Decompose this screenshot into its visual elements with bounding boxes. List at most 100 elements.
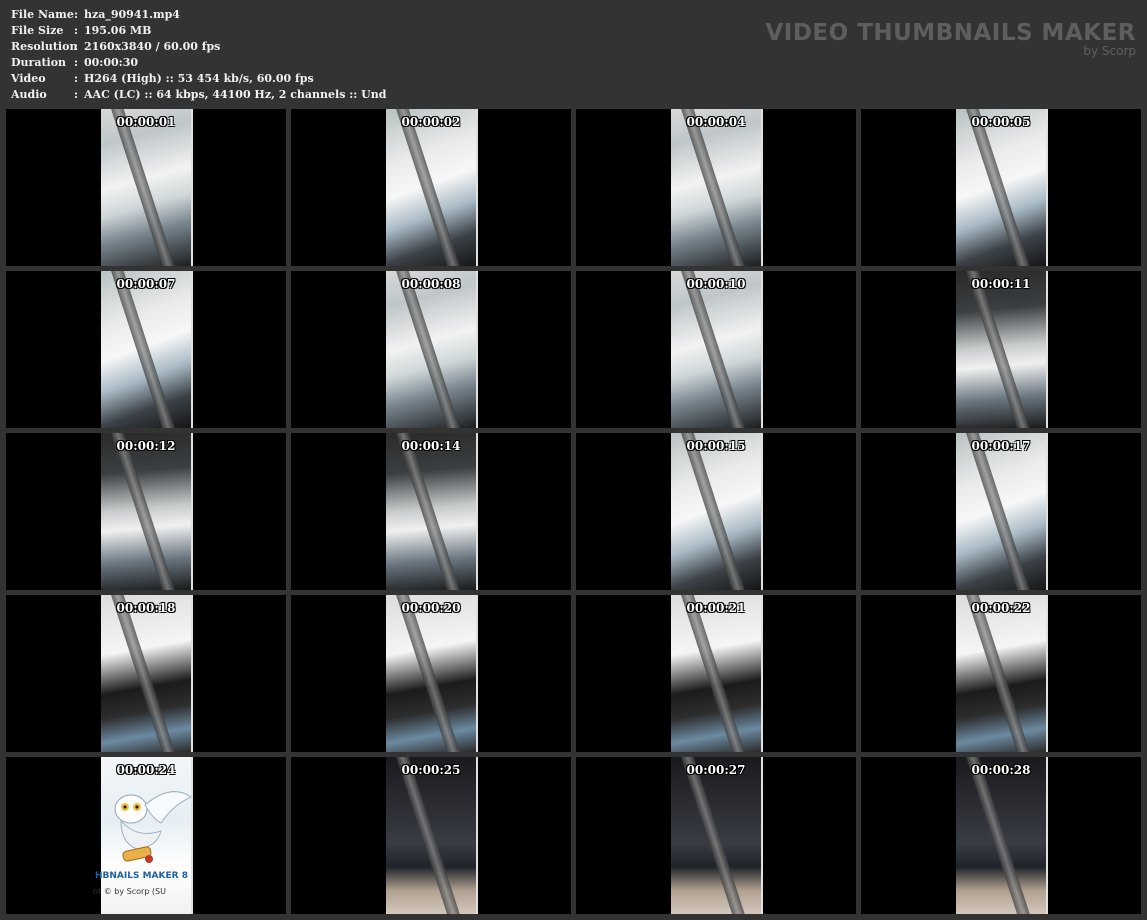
brand-title: VIDEO THUMBNAILS MAKER xyxy=(765,20,1136,46)
info-row-file-name: File Name : hza_90941.mp4 xyxy=(11,7,386,23)
frame-detail xyxy=(679,109,751,266)
timestamp-label: 00:00:22 xyxy=(971,601,1031,615)
video-frame-image: 00:00:07 xyxy=(101,271,193,428)
timestamp-label: 00:00:17 xyxy=(971,439,1031,453)
timestamp-label: 00:00:04 xyxy=(686,115,746,129)
info-label: Resolution xyxy=(11,40,78,53)
info-value: 195.06 MB xyxy=(84,24,152,37)
video-frame-image: 00:00:05 xyxy=(956,109,1048,266)
timestamp-label: 00:00:15 xyxy=(686,439,746,453)
info-value: hza_90941.mp4 xyxy=(84,8,180,21)
thumbnail-cell: 00:00:18 xyxy=(6,595,286,752)
info-separator: : xyxy=(74,56,79,69)
info-label: Audio xyxy=(11,88,47,101)
frame-detail xyxy=(109,271,181,428)
info-value: 00:00:30 xyxy=(84,56,139,69)
thumbnail-cell: 00:00:12 xyxy=(6,433,286,590)
timestamp-label: 00:00:25 xyxy=(401,763,461,777)
thumbnail-cell: 00:00:04 xyxy=(576,109,856,266)
brand-watermark: VIDEO THUMBNAILS MAKER by Scorp xyxy=(765,20,1136,57)
timestamp-label: 00:00:21 xyxy=(686,601,746,615)
thumbnail-cell: 00:00:25 xyxy=(291,757,571,914)
logo-text: HBNAILS MAKER 8 xyxy=(95,871,188,881)
info-label: Video xyxy=(11,72,46,85)
info-label: Duration xyxy=(11,56,67,69)
frame-detail xyxy=(964,595,1036,752)
frame-detail xyxy=(679,433,751,590)
frame-detail xyxy=(109,595,181,752)
frame-detail xyxy=(109,109,181,266)
info-separator: : xyxy=(74,24,79,37)
timestamp-label: 00:00:05 xyxy=(971,115,1031,129)
timestamp-label: 00:00:01 xyxy=(116,115,176,129)
brand-subtitle: by Scorp xyxy=(1083,44,1136,58)
info-separator: : xyxy=(74,40,79,53)
timestamp-label: 00:00:18 xyxy=(116,601,176,615)
info-separator: : xyxy=(74,88,79,101)
timestamp-label: 00:00:20 xyxy=(401,601,461,615)
video-frame-image: 00:00:01 xyxy=(101,109,193,266)
logo-copyright: nt © by Scorp (SU xyxy=(93,887,166,896)
timestamp-label: 00:00:14 xyxy=(401,439,461,453)
info-separator: : xyxy=(74,8,79,21)
video-frame-image: 00:00:20 xyxy=(386,595,478,752)
thumbnail-cell: 00:00:15 xyxy=(576,433,856,590)
thumbnail-cell: 00:00:07 xyxy=(6,271,286,428)
timestamp-label: 00:00:10 xyxy=(686,277,746,291)
video-frame-image: 00:00:17 xyxy=(956,433,1048,590)
file-info-panel: File Name : hza_90941.mp4 File Size : 19… xyxy=(11,7,386,103)
thumbnail-cell: 00:00:05 xyxy=(861,109,1141,266)
video-frame-image: 00:00:25 xyxy=(386,757,478,914)
info-value: AAC (LC) :: 64 kbps, 44100 Hz, 2 channel… xyxy=(84,88,387,101)
frame-detail xyxy=(679,757,751,914)
frame-detail xyxy=(679,595,751,752)
thumbnail-cell: HBNAILS MAKER 8 nt © by Scorp (SU 00:00:24 xyxy=(6,757,286,914)
timestamp-label: 00:00:12 xyxy=(116,439,176,453)
video-frame-image: 00:00:18 xyxy=(101,595,193,752)
video-frame-image: 00:00:27 xyxy=(671,757,763,914)
video-frame-image: 00:00:15 xyxy=(671,433,763,590)
info-separator: : xyxy=(74,72,79,85)
thumbnail-cell: 00:00:11 xyxy=(861,271,1141,428)
timestamp-label: 00:00:08 xyxy=(401,277,461,291)
frame-detail xyxy=(394,433,466,590)
video-frame-image: 00:00:02 xyxy=(386,109,478,266)
video-frame-image: 00:00:04 xyxy=(671,109,763,266)
timestamp-label: 00:00:27 xyxy=(686,763,746,777)
frame-detail xyxy=(394,757,466,914)
info-label: File Name xyxy=(11,8,74,21)
frame-detail xyxy=(109,433,181,590)
info-value: H264 (High) :: 53 454 kb/s, 60.00 fps xyxy=(84,72,314,85)
video-frame-image: 00:00:22 xyxy=(956,595,1048,752)
frame-detail xyxy=(394,109,466,266)
thumbnail-cell: 00:00:02 xyxy=(291,109,571,266)
timestamp-label: 00:00:02 xyxy=(401,115,461,129)
thumbnail-cell: 00:00:14 xyxy=(291,433,571,590)
timestamp-label: 00:00:24 xyxy=(116,763,176,777)
thumbnail-cell: 00:00:27 xyxy=(576,757,856,914)
timestamp-label: 00:00:07 xyxy=(116,277,176,291)
timestamp-label: 00:00:11 xyxy=(971,277,1031,291)
info-value: 2160x3840 / 60.00 fps xyxy=(84,40,221,53)
video-frame-image: 00:00:10 xyxy=(671,271,763,428)
info-label: File Size xyxy=(11,24,64,37)
thumbnail-cell: 00:00:20 xyxy=(291,595,571,752)
video-frame-image: 00:00:08 xyxy=(386,271,478,428)
video-frame-image: 00:00:21 xyxy=(671,595,763,752)
video-frame-image: 00:00:11 xyxy=(956,271,1048,428)
thumbnail-grid: 00:00:01 00:00:02 00:00:04 00:00:05 00:00:07… xyxy=(6,109,1141,914)
frame-detail xyxy=(394,595,466,752)
info-row-file-size: File Size : 195.06 MB xyxy=(11,23,386,39)
video-frame-image: HBNAILS MAKER 8 nt © by Scorp (SU 00:00:24 xyxy=(93,757,193,914)
frame-detail xyxy=(964,757,1036,914)
frame-detail xyxy=(394,271,466,428)
owl-logo-icon xyxy=(114,791,193,863)
video-frame-image: 00:00:28 xyxy=(956,757,1048,914)
thumbnail-cell: 00:00:22 xyxy=(861,595,1141,752)
info-row-duration: Duration : 00:00:30 xyxy=(11,55,386,71)
thumbnail-cell: 00:00:21 xyxy=(576,595,856,752)
frame-detail xyxy=(964,109,1036,266)
thumbnail-cell: 00:00:01 xyxy=(6,109,286,266)
thumbnail-cell: 00:00:17 xyxy=(861,433,1141,590)
frame-detail xyxy=(679,271,751,428)
